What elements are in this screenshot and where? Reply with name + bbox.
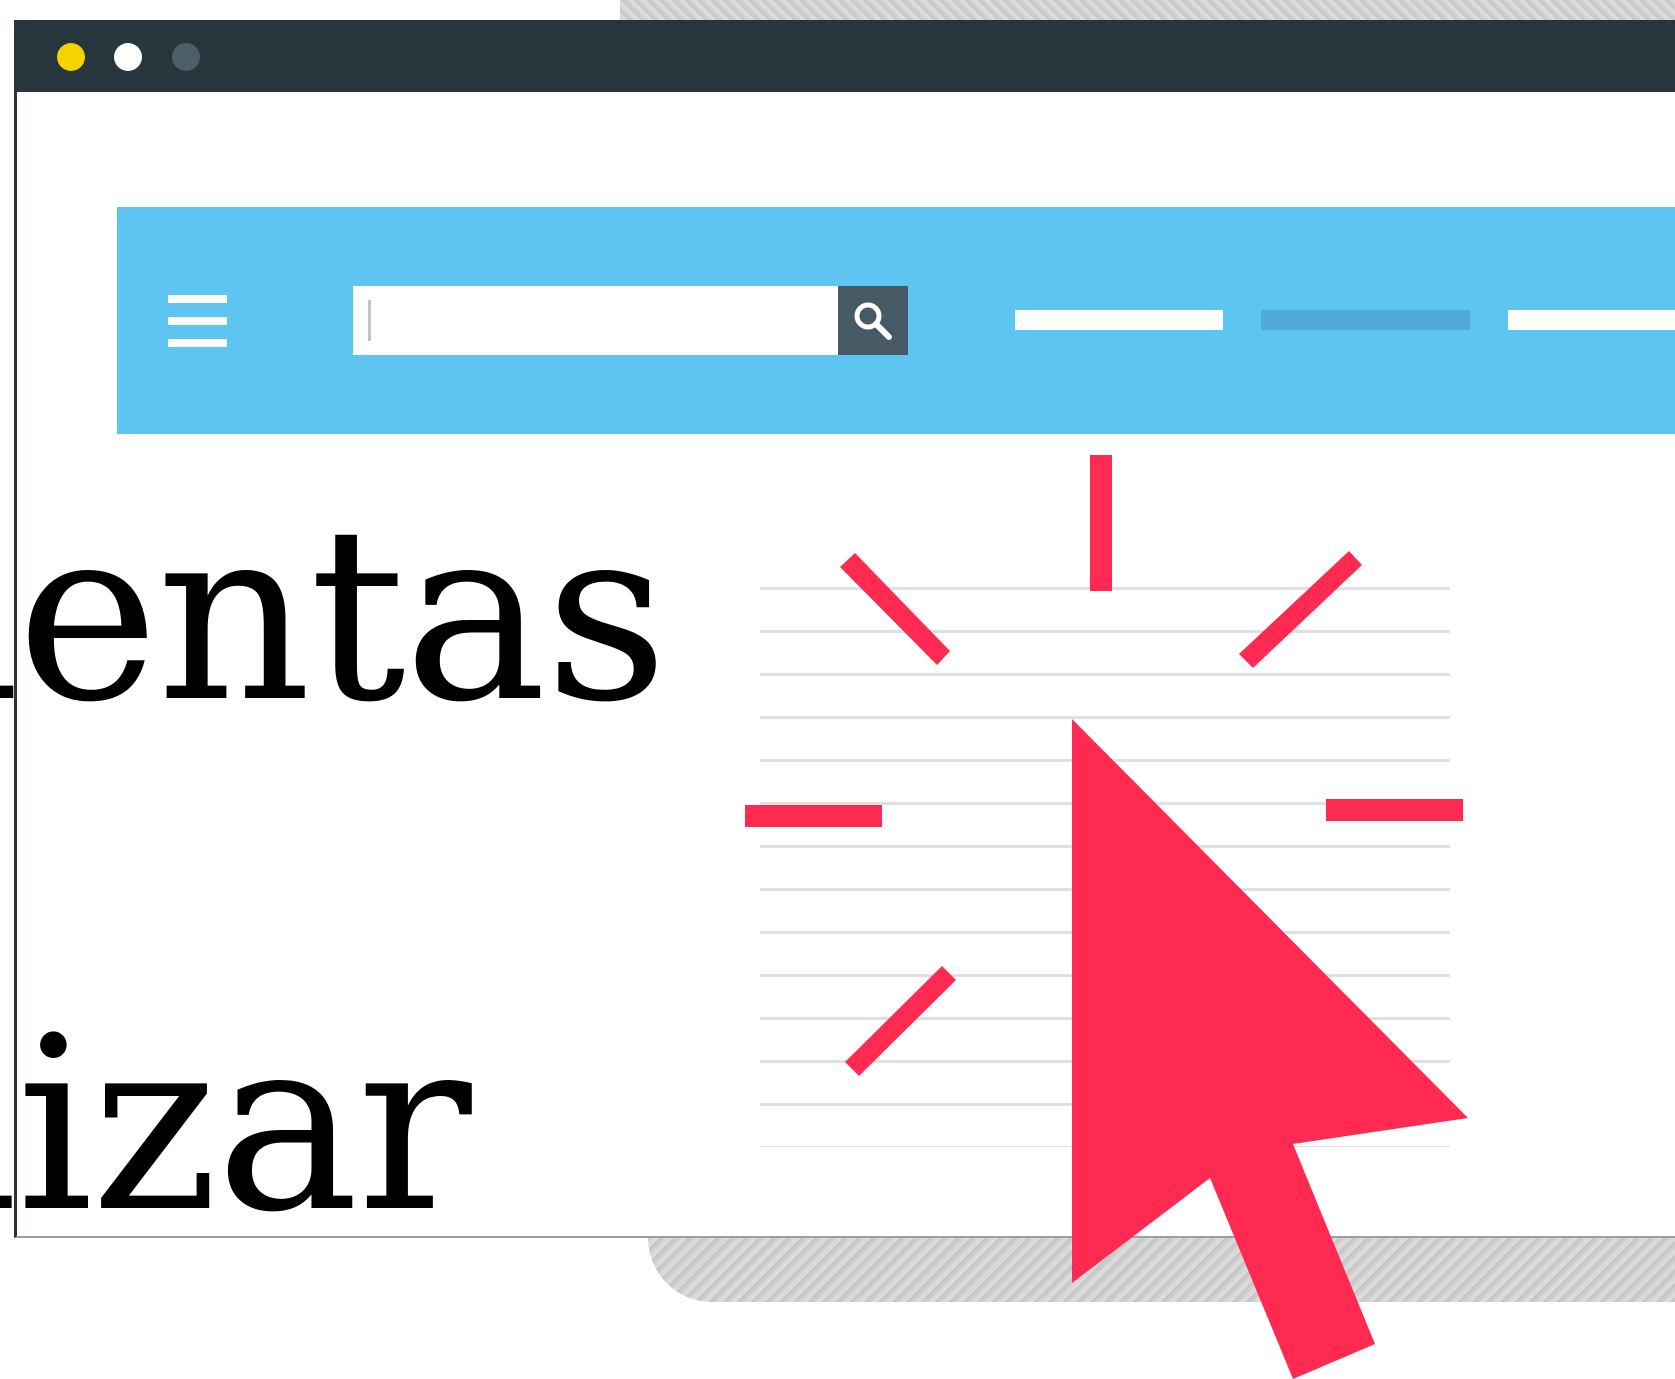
search-button[interactable] (838, 286, 908, 355)
nav-link-3[interactable] (1508, 310, 1675, 330)
headline-line-1: ientas (0, 475, 668, 755)
search-input[interactable] (353, 286, 838, 355)
window-titlebar (17, 20, 1675, 92)
hamburger-menu-icon[interactable] (168, 295, 227, 347)
paper-texture-top (620, 0, 1675, 22)
window-control-white[interactable] (114, 43, 142, 71)
site-navbar (117, 207, 1675, 434)
window-control-yellow[interactable] (57, 43, 85, 71)
window-control-gray[interactable] (172, 43, 200, 71)
headline-line-2: lizar (0, 985, 472, 1265)
nav-link-2-active[interactable] (1261, 310, 1470, 330)
text-caret (368, 300, 371, 341)
page-content-placeholder-lines (760, 587, 1450, 1147)
paper-texture-bottom (648, 1238, 1675, 1302)
search-icon (854, 302, 892, 340)
nav-link-1[interactable] (1015, 310, 1223, 330)
